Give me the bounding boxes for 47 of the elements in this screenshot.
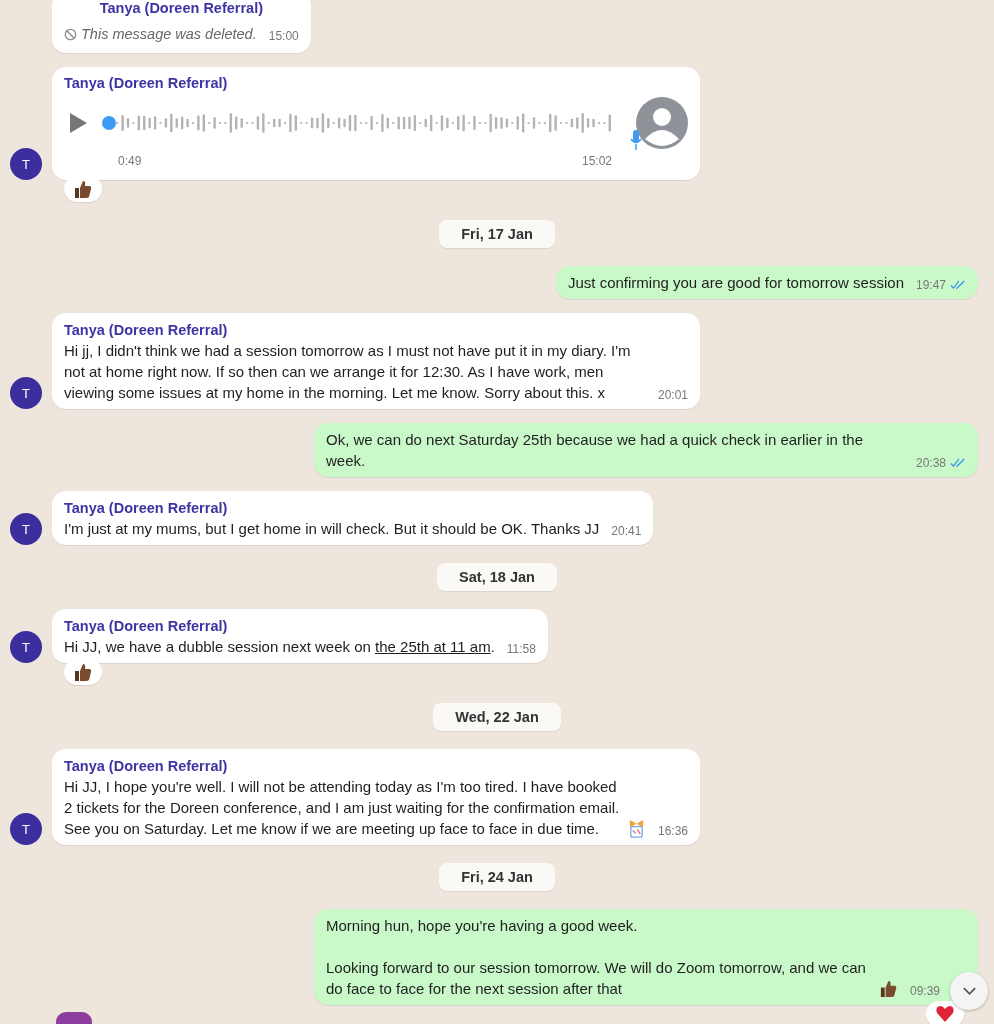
avatar[interactable]: T (10, 813, 42, 845)
thumbs-up-icon (73, 662, 93, 682)
message-text: Hi JJ, we have a dubble session next week on the 25th at 11 am. (64, 637, 495, 657)
avatar[interactable]: T (10, 631, 42, 663)
reaction-chip[interactable] (926, 1001, 964, 1024)
avatar[interactable]: T (10, 377, 42, 409)
message-time: 20:01 (657, 387, 688, 403)
date-chip: Wed, 22 Jan (433, 703, 561, 731)
sender-name: Tanya (Doreen Referral) (64, 322, 228, 338)
reaction-chip[interactable] (64, 176, 102, 202)
message-time: 20:41 (611, 523, 642, 539)
heart-icon (935, 1004, 955, 1024)
sender-name: Tanya (Doreen Referral) (64, 618, 228, 634)
play-button[interactable] (68, 112, 88, 134)
message-time: 16:36 (657, 823, 688, 839)
date-chip: Fri, 17 Jan (439, 220, 555, 248)
avatar[interactable]: T (10, 148, 42, 180)
message-text: Morning hun, hope you're having a good week. Looking forward to our session tomorrow. We will do Zoom tomorrow, and we can do face to face for the next session after that (326, 916, 867, 999)
thumbs-up-icon (878, 979, 898, 998)
sender-name: Tanya (Doreen Referral) (64, 500, 228, 516)
voice-duration: 0:49 (118, 153, 142, 170)
message-text: Just confirming you are good for tomorrow session (568, 273, 904, 293)
thumbs-up-icon (73, 179, 93, 199)
reaction-chip[interactable] (64, 659, 102, 685)
message-time: 15:00 (268, 28, 299, 45)
message-text: Hi jj, I didn't think we had a session tomorrow as I must not have put it in my diary. I'm not at home right now. If so then can we arrange it for 12:30. As I have work, men viewing some issues at my home in the morning. Let me know. Sorry about this. x (64, 341, 632, 403)
sender-name: Tanya (Doreen Referral) (64, 758, 228, 774)
blocked-icon (64, 28, 77, 41)
user-icon (636, 97, 688, 149)
message-text: Ok, we can do next Saturday 25th because we had a quick check in earlier in the week. (326, 430, 864, 471)
message-time: 11:58 (506, 641, 536, 657)
date-chip: Sat, 18 Jan (437, 563, 557, 591)
date-chip: Fri, 24 Jan (439, 863, 555, 891)
microphone-icon (630, 129, 642, 151)
deleted-notice: This message was deleted. (81, 25, 257, 44)
message-text: I'm just at my mums, but I get home in will check. But it should be OK. Thanks JJ (64, 519, 600, 539)
avatar[interactable]: T (10, 513, 42, 545)
message-time: 09:39 (909, 983, 940, 999)
date-link[interactable]: the 25th at 11 am (375, 638, 491, 655)
playback-thumb[interactable] (102, 116, 116, 130)
message-time: 15:02 (581, 153, 612, 170)
sender-name: Tanya (Doreen Referral) (64, 74, 229, 93)
message-time: 20:38 (915, 455, 946, 471)
sender-name: Tanya (Doreen Referral) (99, 0, 263, 18)
message-time: 19:47 (915, 277, 946, 293)
chevron-down-icon (961, 986, 977, 996)
message-text: Hi JJ, I hope you're well. I will not be attending today as I'm too tired. I have booked 2 tickets for the Doreen conference, and I am just waiting for the confirmation email. See you on Saturday. Let me know if we are meeting up face to face in due time. (64, 777, 621, 839)
